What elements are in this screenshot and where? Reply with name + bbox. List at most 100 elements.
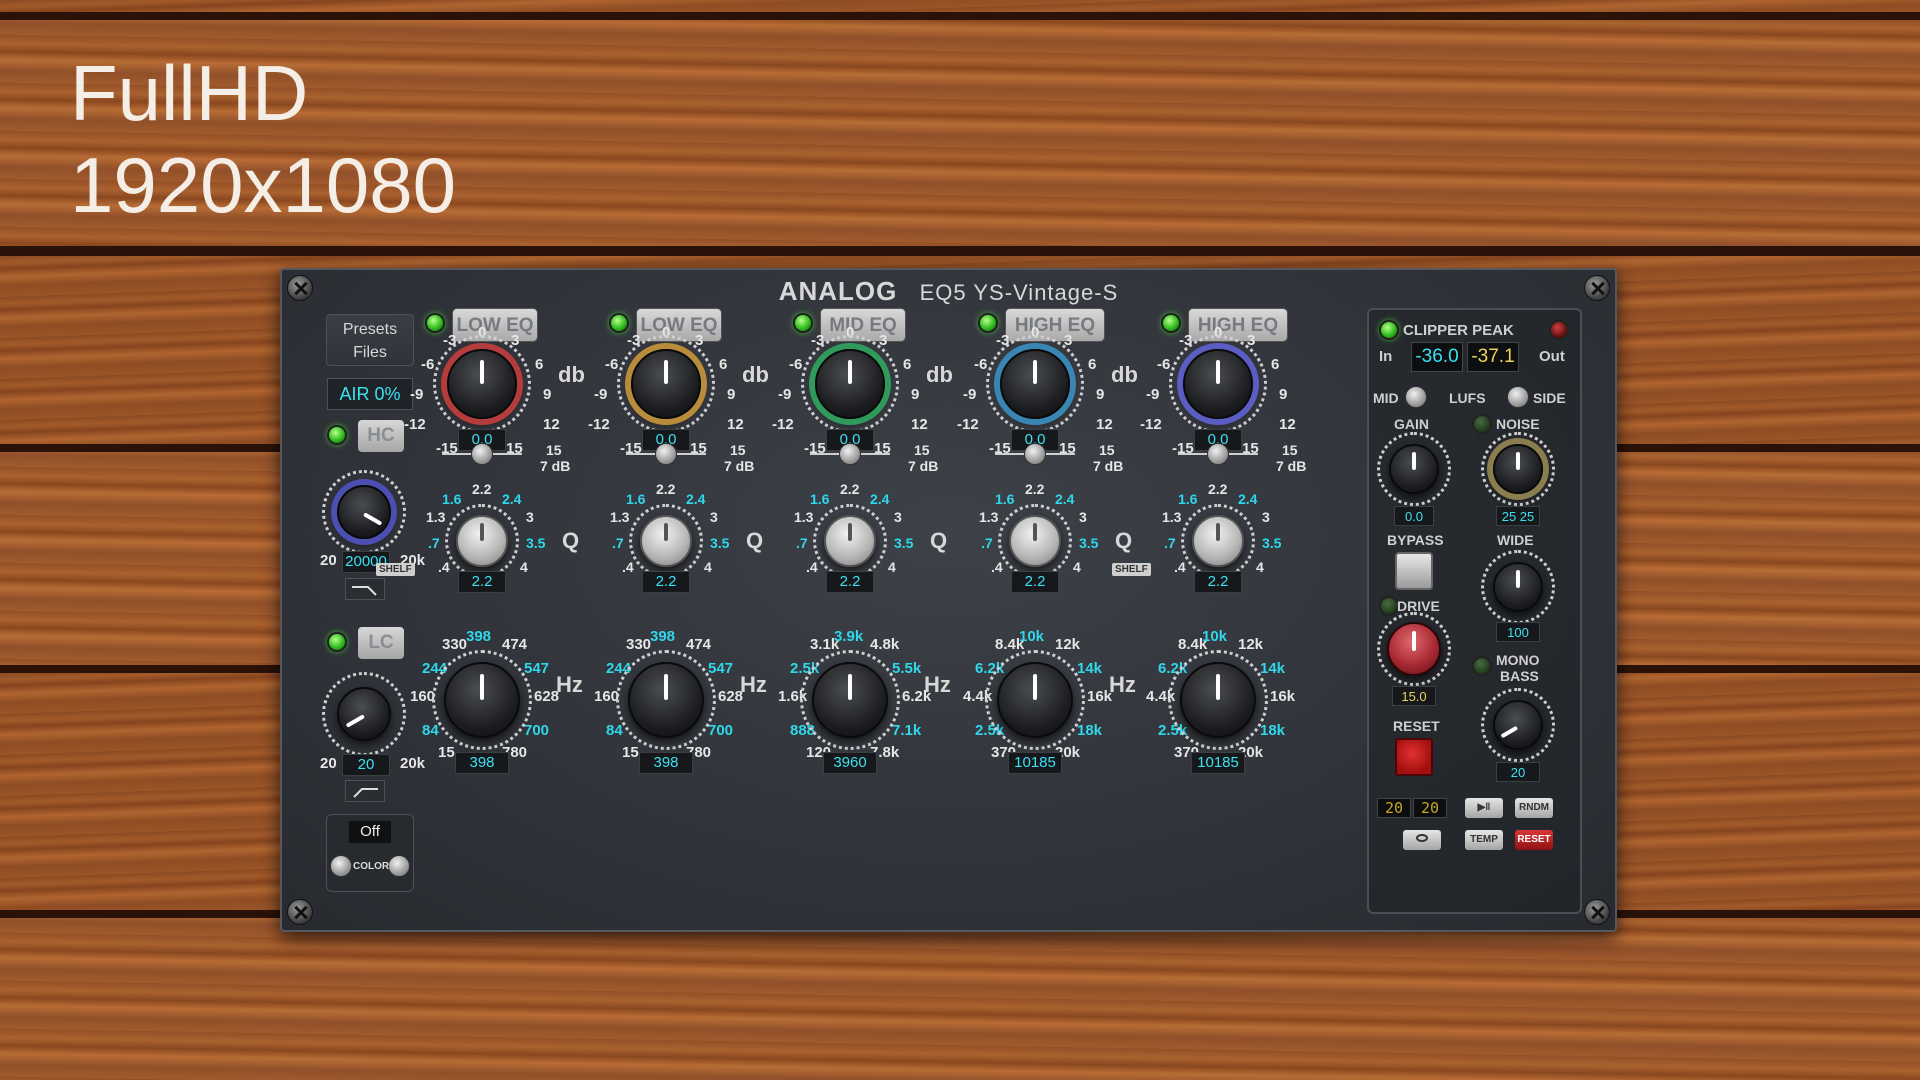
bypass-button[interactable] <box>1395 552 1433 590</box>
band-5-gain-range-toggle[interactable] <box>1207 443 1229 465</box>
freq-scale-label: 628 <box>534 688 560 705</box>
mono-bass-knob[interactable] <box>1493 700 1543 750</box>
gain-scale-label: 9 <box>543 386 552 403</box>
q-scale-label: 1.3 <box>794 509 814 525</box>
band-5-shelf-button[interactable]: SHELF <box>1112 563 1151 576</box>
band-3-led-toggle[interactable] <box>793 313 813 333</box>
drive-value[interactable]: 15.0 <box>1392 686 1436 706</box>
band-1-q-knob[interactable] <box>456 515 508 567</box>
gain-knob-indicator <box>1216 360 1220 384</box>
freq-scale-label: 547 <box>708 660 734 677</box>
hc-slope-icon[interactable] <box>345 578 385 600</box>
out-meter: -37.1 <box>1467 342 1519 372</box>
temp-button[interactable]: TEMP <box>1465 830 1503 850</box>
band-4-freq-knob[interactable] <box>997 662 1073 738</box>
band-5-led-toggle[interactable] <box>1161 313 1181 333</box>
reset-all-button[interactable]: RESET <box>1515 830 1553 850</box>
band-1-q-value[interactable]: 2.2 <box>458 571 506 593</box>
random-button[interactable]: RNDM <box>1515 798 1553 818</box>
freq-knob-indicator <box>1033 674 1037 700</box>
lc-led-toggle[interactable] <box>327 632 347 652</box>
band-3-freq-knob[interactable] <box>812 662 888 738</box>
band-2-gain-range-toggle[interactable] <box>655 443 677 465</box>
band-5-q-knob[interactable] <box>1192 515 1244 567</box>
color-toggle-right[interactable] <box>388 855 410 877</box>
lc-knob[interactable] <box>337 687 391 741</box>
freq-scale-label: 7.1k <box>892 722 922 739</box>
mid-side-toggle-left[interactable] <box>1405 386 1427 408</box>
gain-scale-label: -6 <box>421 356 435 373</box>
slider-range-max: 15 <box>546 442 562 458</box>
q-scale-label: .4 <box>806 559 818 575</box>
clipper-label: CLIPPER PEAK <box>1403 322 1514 339</box>
band-5-freq-knob[interactable] <box>1180 662 1256 738</box>
band-4-gain-knob[interactable] <box>1000 349 1070 419</box>
gain-scale-label: -12 <box>404 416 426 433</box>
lc-slope-icon[interactable] <box>345 780 385 802</box>
band-2-gain-knob[interactable] <box>631 349 701 419</box>
band-5-q-value[interactable]: 2.2 <box>1194 571 1242 593</box>
q-scale-label: .7 <box>796 535 808 551</box>
reset-button[interactable] <box>1395 738 1433 776</box>
q-scale-label: .4 <box>438 559 450 575</box>
hc-button[interactable]: HC <box>358 420 404 452</box>
q-scale-label: 4 <box>888 559 896 575</box>
band-4-gain-range-toggle[interactable] <box>1024 443 1046 465</box>
play-pause-button[interactable]: ▶‖ <box>1465 798 1503 818</box>
gain-scale-label: -6 <box>789 356 803 373</box>
drive-knob[interactable] <box>1387 622 1441 676</box>
band-3-gain-range-toggle[interactable] <box>839 443 861 465</box>
band-2-led-toggle[interactable] <box>609 313 629 333</box>
air-display[interactable]: AIR 0% <box>327 378 413 410</box>
band-3-q-value[interactable]: 2.2 <box>826 571 874 593</box>
band-2-q-value[interactable]: 2.2 <box>642 571 690 593</box>
noise-knob[interactable] <box>1493 444 1543 494</box>
lc-min-label: 20 <box>320 755 337 772</box>
mid-side-toggle-right[interactable] <box>1507 386 1529 408</box>
hc-led-toggle[interactable] <box>327 425 347 445</box>
q-scale-label: .4 <box>991 559 1003 575</box>
band-4-q-value[interactable]: 2.2 <box>1011 571 1059 593</box>
wide-knob[interactable] <box>1493 562 1543 612</box>
slider-range-max: 15 <box>1282 442 1298 458</box>
mono-label: MONO <box>1496 652 1540 668</box>
band-1-freq-knob[interactable] <box>444 662 520 738</box>
band-5-freq-value[interactable]: 10185 <box>1191 752 1245 774</box>
band-1-gain-knob[interactable] <box>447 349 517 419</box>
hc-knob[interactable] <box>337 485 391 539</box>
slider-range-max: 15 <box>730 442 746 458</box>
noise-led-toggle[interactable] <box>1472 414 1492 434</box>
band-1-freq-value[interactable]: 398 <box>455 752 509 774</box>
band-1-gain-range-toggle[interactable] <box>471 443 493 465</box>
band-3-freq-value[interactable]: 3960 <box>823 752 877 774</box>
noise-value[interactable]: 25 25 <box>1496 506 1540 526</box>
lc-button[interactable]: LC <box>358 627 404 659</box>
mono-bass-led-toggle[interactable] <box>1472 656 1492 676</box>
band-4-led-toggle[interactable] <box>978 313 998 333</box>
band-5-gain-knob[interactable] <box>1183 349 1253 419</box>
band-1-shelf-button[interactable]: SHELF <box>376 563 415 576</box>
presets-files-button[interactable]: Presets Files <box>326 314 414 366</box>
band-1-led-toggle[interactable] <box>425 313 445 333</box>
color-state[interactable]: Off <box>349 821 391 843</box>
slider-range-db: 7 dB <box>724 458 755 474</box>
band-2-freq-value[interactable]: 398 <box>639 752 693 774</box>
band-2-freq-knob[interactable] <box>628 662 704 738</box>
band-3-q-knob[interactable] <box>824 515 876 567</box>
gain-scale-label: 12 <box>543 416 560 433</box>
lc-value[interactable]: 20 <box>342 754 390 776</box>
band-4-q-knob[interactable] <box>1009 515 1061 567</box>
record-button[interactable] <box>1403 830 1441 850</box>
band-3-gain-knob[interactable] <box>815 349 885 419</box>
gain-value[interactable]: 0.0 <box>1394 506 1434 526</box>
wide-value[interactable]: 100 <box>1496 622 1540 642</box>
gain-knob[interactable] <box>1389 444 1439 494</box>
band-2-q-knob[interactable] <box>640 515 692 567</box>
q-scale-label: 4 <box>1073 559 1081 575</box>
mono-bass-value[interactable]: 20 <box>1496 762 1540 782</box>
band-4-freq-value[interactable]: 10185 <box>1008 752 1062 774</box>
clipper-led-toggle[interactable] <box>1379 320 1399 340</box>
color-toggle-left[interactable] <box>330 855 352 877</box>
drive-led-toggle[interactable] <box>1379 596 1399 616</box>
product-name: EQ5 YS-Vintage-S <box>919 280 1119 305</box>
